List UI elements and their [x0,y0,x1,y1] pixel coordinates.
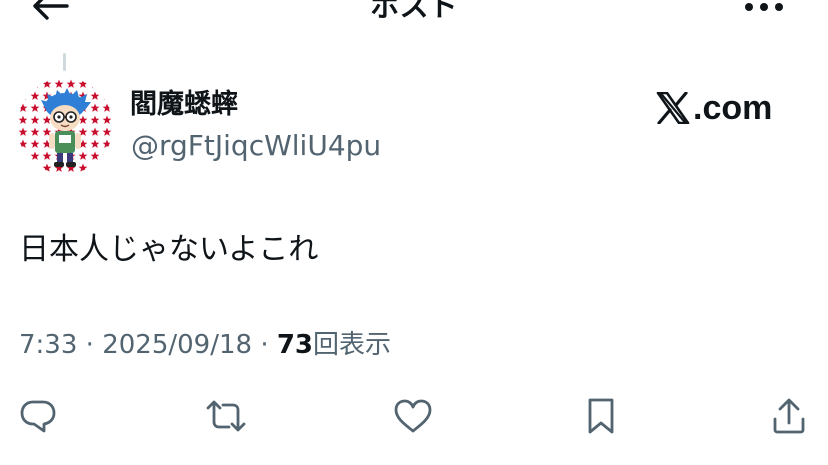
like-button[interactable] [391,394,435,438]
repost-button[interactable] [204,394,248,438]
brand-text: .com [693,89,773,127]
reply-button[interactable] [16,394,60,438]
heart-icon [393,398,433,434]
post-meta: 7:33 · 2025/09/18 · 73回表示 [19,329,391,361]
views-count[interactable]: 73 [277,330,313,360]
views-label[interactable]: 回表示 [313,330,391,360]
bookmark-button[interactable] [579,394,623,438]
share-icon [771,397,807,435]
x-logo-icon [656,92,690,124]
page-title: ポスト [370,0,458,23]
top-bar: ポスト [0,0,828,30]
author-display-name[interactable]: 閻魔蟋蟀 [130,88,238,122]
more-horizontal-icon [744,2,784,12]
share-button[interactable] [767,394,811,438]
post-text: 日本人じゃないよこれ [19,232,319,267]
meta-separator: · [85,330,94,360]
thread-connector-line [63,53,66,71]
post-time[interactable]: 7:33 [19,330,77,360]
more-button[interactable] [738,0,790,24]
repost-icon [205,398,247,434]
avatar[interactable] [17,78,113,174]
meta-separator: · [260,330,269,360]
post-date[interactable]: 2025/09/18 [102,330,252,360]
reply-icon [19,398,57,434]
author-handle[interactable]: @rgFtJiqcWliU4pu [131,129,381,163]
bookmark-icon [585,397,617,435]
brand-logo: .com [656,88,772,128]
